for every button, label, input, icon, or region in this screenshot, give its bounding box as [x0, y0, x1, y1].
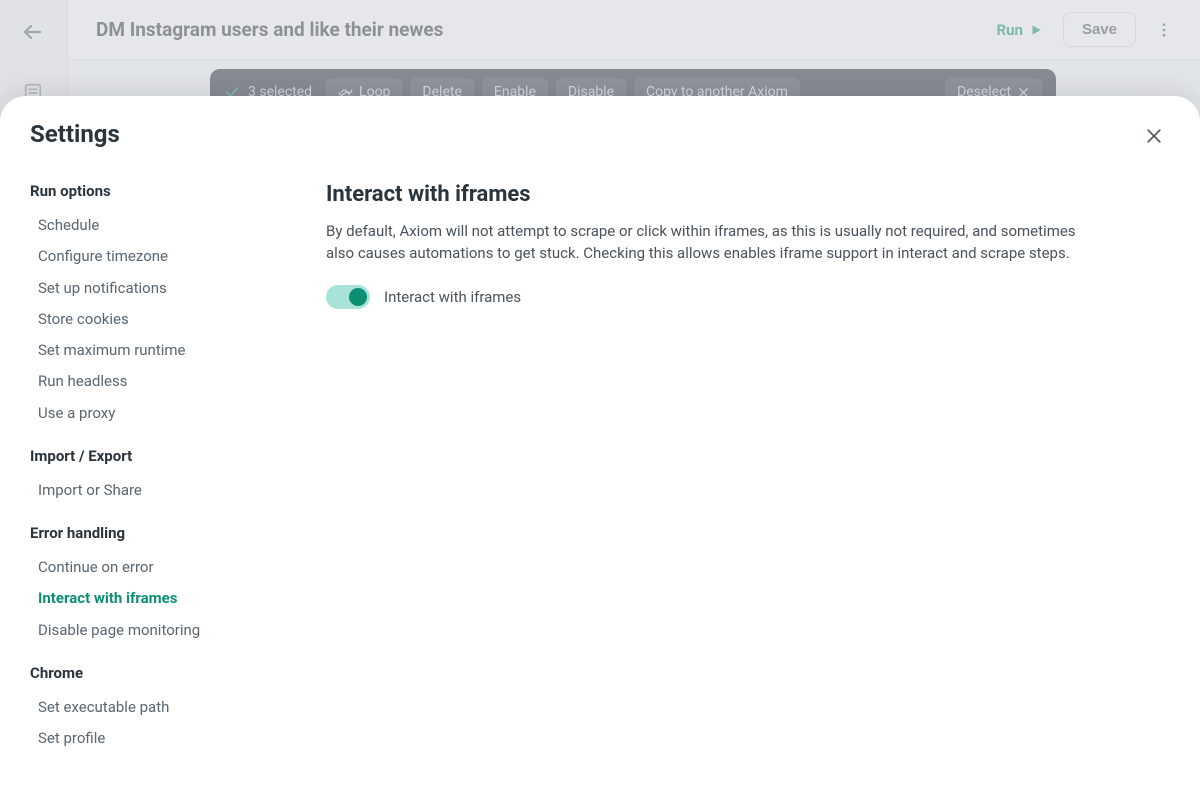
nav-group-title: Error handling: [30, 524, 276, 542]
nav-item[interactable]: Set maximum runtime: [30, 335, 276, 366]
nav-group-title: Chrome: [30, 664, 276, 682]
nav-group-title: Run options: [30, 182, 276, 200]
nav-item[interactable]: Store cookies: [30, 304, 276, 335]
iframe-toggle-row: Interact with iframes: [326, 285, 1076, 309]
settings-title: Settings: [30, 120, 120, 148]
nav-item[interactable]: Interact with iframes: [30, 583, 276, 614]
nav-item[interactable]: Disable page monitoring: [30, 615, 276, 646]
nav-item[interactable]: Schedule: [30, 210, 276, 241]
nav-item[interactable]: Run headless: [30, 366, 276, 397]
nav-item[interactable]: Continue on error: [30, 552, 276, 583]
settings-nav: Run optionsScheduleConfigure timezoneSet…: [30, 182, 276, 758]
nav-group-title: Import / Export: [30, 447, 276, 465]
nav-item[interactable]: Use a proxy: [30, 398, 276, 429]
settings-modal: Settings Run options ScheduleConfigure ti…: [0, 96, 1200, 792]
settings-detail: Interact with iframes By default, Axiom …: [316, 182, 1076, 758]
iframe-toggle[interactable]: [326, 285, 370, 309]
iframe-toggle-label: Interact with iframes: [384, 288, 521, 306]
nav-item[interactable]: Set up notifications: [30, 273, 276, 304]
close-icon: [1144, 126, 1170, 146]
close-modal-button[interactable]: [1144, 126, 1170, 152]
nav-item[interactable]: Load another extension: [30, 754, 276, 758]
nav-item[interactable]: Set executable path: [30, 692, 276, 723]
nav-item[interactable]: Import or Share: [30, 475, 276, 506]
detail-heading: Interact with iframes: [326, 182, 1076, 207]
detail-description: By default, Axiom will not attempt to sc…: [326, 221, 1076, 265]
nav-item[interactable]: Set profile: [30, 723, 276, 754]
nav-item[interactable]: Configure timezone: [30, 241, 276, 272]
toggle-knob: [349, 288, 367, 306]
